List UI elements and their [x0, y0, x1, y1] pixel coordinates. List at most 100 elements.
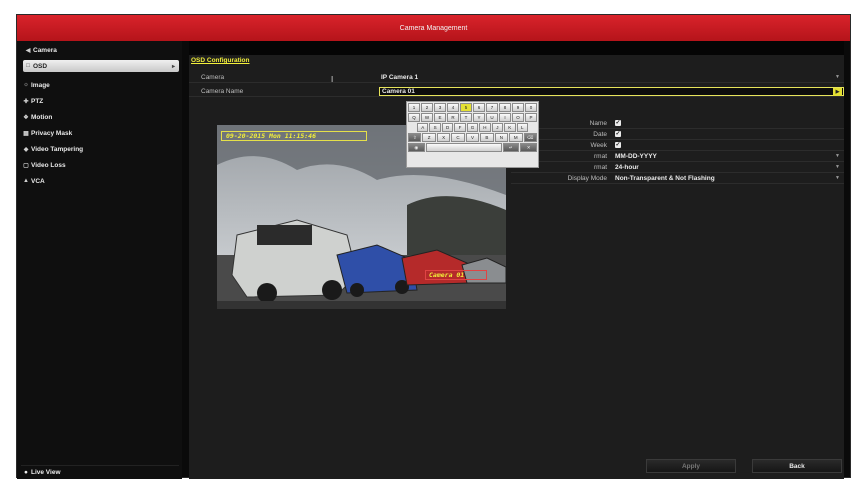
video-loss-icon: ▢ [23, 162, 29, 169]
osd-icon: □ [26, 63, 30, 69]
key[interactable]: Y [473, 113, 485, 122]
image-icon: ☼ [23, 82, 29, 88]
key[interactable]: 8 [499, 103, 511, 112]
key[interactable]: F [454, 123, 466, 132]
display-date-row: Date ✓ [511, 129, 844, 140]
key[interactable]: S [429, 123, 441, 132]
sidebar-item-label: Image [31, 81, 50, 89]
close-keyboard-icon[interactable]: ✕ [520, 143, 537, 152]
keyboard-row-asdf: A S D F G H J K L [408, 123, 537, 132]
camera-label: Camera [201, 73, 225, 81]
key[interactable]: M [509, 133, 523, 142]
key[interactable]: D [441, 123, 454, 132]
sidebar: ◀ Camera □ OSD ▸ ☼ Image ✚ PTZ ❖ Motion … [17, 41, 182, 479]
time-format-row: rmat 24-hour ▼ [511, 162, 844, 173]
key[interactable]: I [499, 113, 511, 122]
date-format-row: rmat MM-DD-YYYY ▼ [511, 151, 844, 162]
key[interactable]: H [479, 123, 491, 132]
key[interactable]: U [486, 113, 498, 122]
display-date-checkbox[interactable]: ✓ [615, 131, 621, 137]
enter-key-icon[interactable]: ↵ [502, 143, 520, 152]
sidebar-item-video-loss[interactable]: ▢ Video Loss [21, 159, 177, 171]
key-highlighted[interactable]: 5 [460, 103, 472, 112]
ptz-icon: ✚ [23, 98, 29, 105]
camera-select[interactable]: IP Camera 1 ▼ [379, 72, 844, 82]
keyboard-row-numbers: 1 2 3 4 5 6 7 8 9 0 [408, 103, 537, 112]
back-button[interactable]: Back [752, 459, 842, 473]
motion-icon: ❖ [23, 114, 29, 121]
key[interactable]: N [494, 133, 509, 142]
key[interactable]: 1 [408, 103, 420, 112]
sidebar-item-privacy-mask[interactable]: ▦ Privacy Mask [21, 127, 177, 139]
key[interactable]: R [447, 113, 459, 122]
display-week-checkbox[interactable]: ✓ [615, 142, 621, 148]
key[interactable]: P [525, 113, 537, 122]
sidebar-item-image[interactable]: ☼ Image [21, 79, 177, 91]
camera-icon: ◀ [25, 47, 31, 54]
sidebar-header-camera[interactable]: ◀ Camera [23, 44, 179, 56]
key[interactable]: C [451, 133, 465, 142]
sidebar-item-label: Privacy Mask [31, 129, 73, 137]
sidebar-item-ptz[interactable]: ✚ PTZ [21, 95, 177, 107]
key[interactable]: A [417, 123, 429, 132]
key[interactable]: X [436, 133, 451, 142]
privacy-mask-icon: ▦ [23, 130, 29, 137]
key[interactable]: G [466, 123, 479, 132]
chevron-down-icon: ▼ [835, 175, 840, 181]
time-format-select[interactable]: 24-hour ▼ [615, 162, 844, 172]
camera-select-value: IP Camera 1 [381, 73, 419, 81]
date-format-select[interactable]: MM-DD-YYYY ▼ [615, 151, 844, 161]
keyboard-toggle-icon[interactable]: ▶ [833, 87, 842, 96]
key[interactable]: T [460, 113, 472, 122]
time-format-value: 24-hour [615, 163, 639, 171]
shift-key-icon[interactable]: ⇧ [408, 133, 422, 142]
key[interactable]: Q [408, 113, 420, 122]
key[interactable]: 7 [486, 103, 498, 112]
keyboard-row-zxcv: ⇧ Z X C V B N M ⌫ [408, 133, 537, 142]
key[interactable]: 0 [525, 103, 537, 112]
display-name-checkbox[interactable]: ✓ [615, 120, 621, 126]
key[interactable]: 6 [473, 103, 485, 112]
sidebar-item-osd[interactable]: □ OSD ▸ [23, 60, 179, 72]
sidebar-item-label: Motion [31, 113, 53, 121]
main-header-strip [189, 41, 844, 55]
symbol-key-icon[interactable]: ◉ [408, 143, 425, 152]
sidebar-item-vca[interactable]: ▲ VCA [21, 175, 177, 187]
sidebar-item-label: Video Tampering [31, 145, 84, 153]
sidebar-item-label: Video Loss [31, 161, 66, 169]
home-icon: ● [24, 468, 28, 476]
apply-button[interactable]: Apply [646, 459, 736, 473]
sidebar-item-motion[interactable]: ❖ Motion [21, 111, 177, 123]
sidebar-item-video-tampering[interactable]: ◆ Video Tampering [21, 143, 177, 155]
key[interactable]: E [434, 113, 446, 122]
key[interactable]: Z [422, 133, 436, 142]
dvr-screen: Camera Management ◀ Camera □ OSD ▸ ☼ Ima… [16, 14, 851, 479]
camera-name-input[interactable]: Camera 01 ▶ [379, 86, 844, 96]
key[interactable]: 9 [512, 103, 524, 112]
keyboard-row-space: ◉ ↵ ✕ [408, 143, 537, 152]
backspace-key-icon[interactable]: ⌫ [523, 133, 537, 142]
key[interactable]: 2 [421, 103, 433, 112]
key[interactable]: K [504, 123, 516, 132]
osd-date-overlay[interactable]: 09-20-2015 Mon 11:15:46 [221, 131, 367, 141]
key[interactable]: 4 [447, 103, 459, 112]
key[interactable]: B [480, 133, 494, 142]
window-titlebar: Camera Management [17, 15, 850, 41]
main-panel: OSD Configuration Camera IP Camera 1 ▼ C… [189, 41, 844, 479]
space-key[interactable] [425, 143, 502, 152]
display-mode-select[interactable]: Non-Transparent & Not Flashing ▼ [615, 173, 844, 183]
window-title: Camera Management [399, 24, 468, 32]
live-view-button[interactable]: ● Live View [21, 465, 179, 478]
osd-camera-name-overlay[interactable]: Camera 01 [425, 270, 487, 280]
key[interactable]: W [421, 113, 433, 122]
live-view-label: Live View [31, 468, 61, 476]
virtual-keyboard[interactable]: 1 2 3 4 5 6 7 8 9 0 Q W E R T Y U I O P … [406, 101, 539, 168]
tab-osd-configuration[interactable]: OSD Configuration [191, 57, 250, 67]
key[interactable]: O [512, 113, 524, 122]
key[interactable]: L [516, 123, 528, 132]
keyboard-row-qwerty: Q W E R T Y U I O P [408, 113, 537, 122]
key[interactable]: J [491, 123, 504, 132]
key[interactable]: 3 [434, 103, 446, 112]
key[interactable]: V [465, 133, 480, 142]
chevron-down-icon: ▼ [835, 153, 840, 159]
